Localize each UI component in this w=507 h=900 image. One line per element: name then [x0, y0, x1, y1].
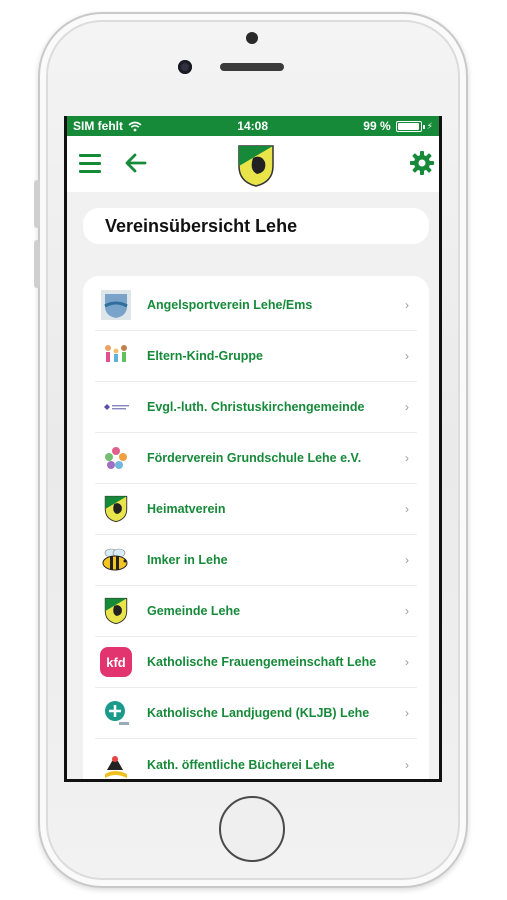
volume-up-button [34, 180, 40, 228]
arrow-left-icon[interactable] [123, 150, 149, 176]
chevron-right-icon: › [405, 706, 409, 720]
carrier-label: SIM fehlt [73, 119, 123, 133]
earpiece-speaker [220, 63, 284, 71]
list-item[interactable]: Kath. öffentliche Bücherei Lehe › [95, 739, 417, 780]
list-item-label: Kath. öffentliche Bücherei Lehe [147, 757, 335, 772]
home-button[interactable] [219, 796, 285, 862]
library-logo [99, 748, 133, 780]
list-item-label: Imker in Lehe [147, 553, 228, 567]
family-logo [99, 339, 133, 373]
chevron-right-icon: › [405, 655, 409, 669]
list-item[interactable]: Katholische Landjugend (KLJB) Lehe › [95, 688, 417, 739]
chevron-right-icon: › [405, 349, 409, 363]
app-screen: SIM fehlt 14:08 99 % ⚡ Vereinsübersicht … [64, 116, 442, 782]
status-bar: SIM fehlt 14:08 99 % ⚡ [67, 116, 439, 136]
municipal-crest-icon[interactable] [237, 144, 275, 188]
anglers-logo [99, 288, 133, 322]
chevron-right-icon: › [405, 502, 409, 516]
page-title: Vereinsübersicht Lehe [105, 215, 298, 236]
chevron-right-icon: › [405, 451, 409, 465]
battery-icon [395, 120, 425, 132]
list-item-label: Angelsportverein Lehe/Ems [147, 298, 313, 312]
charging-icon: ⚡ [426, 120, 433, 131]
chevron-right-icon: › [405, 400, 409, 414]
kljb-logo [99, 696, 133, 730]
list-item[interactable]: kfd Katholische Frauengemeinschaft Lehe … [95, 637, 417, 688]
crest-logo [99, 492, 133, 526]
app-header [67, 136, 439, 192]
gear-icon[interactable] [409, 150, 435, 176]
list-item-label: Förderverein Grundschule Lehe e.V. [147, 451, 362, 465]
school-association-logo [99, 441, 133, 475]
chevron-right-icon: › [405, 604, 409, 618]
hamburger-menu-icon[interactable] [79, 154, 101, 174]
clock: 14:08 [237, 119, 268, 133]
church-logo [99, 390, 133, 424]
list-item-label: Katholische Landjugend (KLJB) Lehe [147, 706, 370, 720]
list-item[interactable]: Eltern-Kind-Gruppe › [95, 331, 417, 382]
list-item[interactable]: Heimatverein › [95, 484, 417, 535]
list-item-label: Gemeinde Lehe [147, 604, 241, 618]
volume-down-button [34, 240, 40, 288]
club-list: Angelsportverein Lehe/Ems › Eltern-Kind-… [83, 276, 429, 780]
chevron-right-icon: › [405, 553, 409, 567]
bee-logo [99, 543, 133, 577]
chevron-right-icon: › [405, 757, 409, 772]
list-item[interactable]: Imker in Lehe › [95, 535, 417, 586]
list-item[interactable]: Förderverein Grundschule Lehe e.V. › [95, 433, 417, 484]
front-sensor [246, 32, 258, 44]
list-item-label: Heimatverein [147, 502, 226, 516]
kfd-logo: kfd [99, 645, 133, 679]
page-title-card: Vereinsübersicht Lehe [83, 208, 429, 244]
list-item[interactable]: Gemeinde Lehe › [95, 586, 417, 637]
front-camera [178, 60, 192, 74]
list-item-label: Katholische Frauengemeinschaft Lehe [147, 655, 377, 669]
list-item-label: Evgl.-luth. Christuskirchengemeinde [147, 400, 365, 414]
list-item[interactable]: Angelsportverein Lehe/Ems › [95, 280, 417, 331]
battery-percent: 99 % [363, 119, 391, 133]
list-item-label: Eltern-Kind-Gruppe [147, 349, 263, 363]
wifi-icon [128, 121, 142, 131]
chevron-right-icon: › [405, 298, 409, 312]
crest-logo [99, 594, 133, 628]
list-item[interactable]: Evgl.-luth. Christuskirchengemeinde › [95, 382, 417, 433]
